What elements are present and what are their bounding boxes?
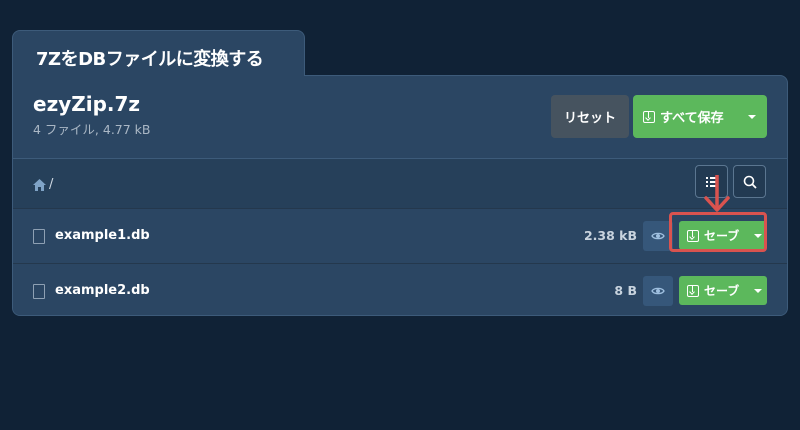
archive-name: ezyZip.7z <box>33 92 141 116</box>
save-main[interactable]: セーブ <box>679 282 749 299</box>
search-icon <box>743 175 757 189</box>
arrow-down-icon <box>704 175 730 212</box>
tab-title: 7ZをDBファイルに変換する <box>36 49 264 70</box>
caret-down-icon <box>748 114 756 119</box>
highlight-box <box>669 212 767 252</box>
preview-button[interactable] <box>643 276 673 306</box>
save-dropdown-toggle[interactable] <box>749 276 767 305</box>
home-icon[interactable] <box>33 179 46 191</box>
file-name[interactable]: example1.db <box>55 228 150 243</box>
caret-down-icon <box>754 288 762 293</box>
save-all-main[interactable]: すべて保存 <box>633 107 737 126</box>
save-all-dropdown-toggle[interactable] <box>737 95 767 138</box>
file-name[interactable]: example2.db <box>55 283 150 298</box>
file-size: 2.38 kB <box>583 228 637 243</box>
download-icon <box>643 110 655 123</box>
save-button[interactable]: セーブ <box>679 276 767 305</box>
save-all-label: すべて保存 <box>660 111 724 126</box>
archive-meta: 4 ファイル, 4.77 kB <box>33 122 151 137</box>
breadcrumb-separator: / <box>49 177 54 192</box>
save-all-button[interactable]: すべて保存 <box>633 95 767 138</box>
file-size: 8 B <box>614 283 637 298</box>
search-button[interactable] <box>733 165 766 198</box>
file-row: example2.db 8 B セーブ <box>13 263 787 315</box>
save-label: セーブ <box>704 284 740 298</box>
file-icon <box>33 284 45 299</box>
download-icon <box>687 284 699 297</box>
eye-icon <box>651 232 665 240</box>
file-icon <box>33 229 45 244</box>
eye-icon <box>651 287 665 295</box>
breadcrumb: / <box>13 158 787 209</box>
archive-panel: ezyZip.7z 4 ファイル, 4.77 kB リセット すべて保存 / e… <box>12 75 788 316</box>
reset-button[interactable]: リセット <box>551 95 629 138</box>
converter-tab: 7ZをDBファイルに変換する <box>12 30 305 76</box>
